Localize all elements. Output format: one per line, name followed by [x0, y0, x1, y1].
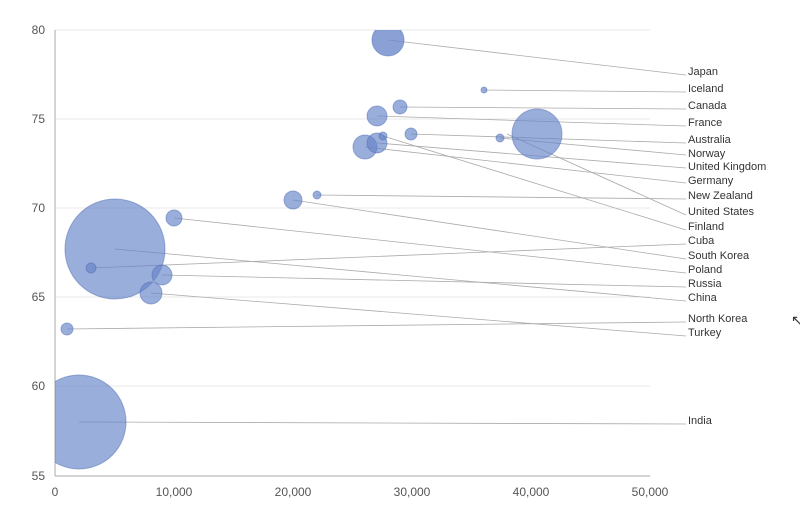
y-tick-65: 65 — [32, 290, 46, 304]
label-southkorea: South Korea — [688, 250, 750, 262]
label-poland: Poland — [688, 264, 722, 276]
x-tick-30000: 30,000 — [394, 485, 431, 499]
bubble-finland — [379, 132, 387, 140]
label-france: France — [688, 117, 722, 129]
label-norway: Norway — [688, 148, 726, 160]
main-chart: 80 75 70 65 60 55 0 10,000 20,000 30,000… — [0, 0, 800, 526]
bubble-norway — [496, 134, 504, 142]
bubble-canada — [393, 100, 407, 114]
label-india: India — [688, 415, 713, 427]
bubble-turkey — [140, 282, 162, 304]
x-tick-40000: 40,000 — [513, 485, 550, 499]
label-china: China — [688, 292, 718, 304]
x-tick-50000: 50,000 — [632, 485, 669, 499]
label-finland: Finland — [688, 221, 724, 233]
label-japan: Japan — [688, 66, 718, 78]
label-cuba: Cuba — [688, 235, 715, 247]
chart-container: 80 75 70 65 60 55 0 10,000 20,000 30,000… — [0, 0, 800, 526]
label-canada: Canada — [688, 100, 727, 112]
label-us: United States — [688, 206, 755, 218]
label-iceland: Iceland — [688, 83, 723, 95]
bubble-poland — [166, 210, 182, 226]
cursor-icon: ↖ — [791, 312, 800, 328]
y-tick-75: 75 — [32, 112, 46, 126]
y-tick-60: 60 — [32, 379, 46, 393]
y-tick-70: 70 — [32, 201, 46, 215]
y-tick-80: 80 — [32, 23, 46, 37]
label-northkorea: North Korea — [688, 313, 748, 325]
x-tick-20000: 20,000 — [275, 485, 312, 499]
bubble-newzealand — [313, 191, 321, 199]
bubble-france — [367, 106, 387, 126]
bubble-russia — [152, 265, 172, 285]
label-germany: Germany — [688, 175, 734, 187]
x-tick-10000: 10,000 — [156, 485, 193, 499]
bubble-northkorea — [61, 323, 73, 335]
label-turkey: Turkey — [688, 327, 722, 339]
label-newzealand: New Zealand — [688, 190, 753, 202]
bubble-southkorea — [284, 191, 302, 209]
label-australia: Australia — [688, 134, 732, 146]
bubble-australia — [405, 128, 417, 140]
label-russia: Russia — [688, 278, 723, 290]
label-uk: United Kingdom — [688, 161, 766, 173]
bubble-cuba — [86, 263, 96, 273]
bubble-us — [512, 109, 562, 159]
y-tick-55: 55 — [32, 469, 46, 483]
x-tick-0: 0 — [52, 485, 59, 499]
bubble-iceland — [481, 87, 487, 93]
